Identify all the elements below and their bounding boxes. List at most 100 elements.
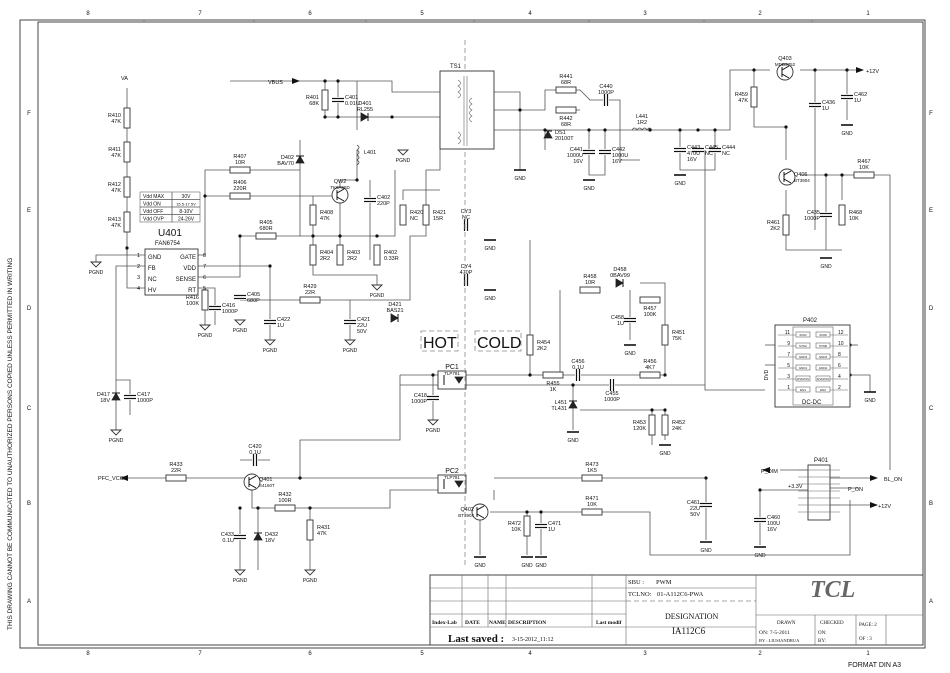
p402-pin-name: 5VSA <box>799 344 807 348</box>
pgnd-label: PGND <box>426 428 441 434</box>
resistor-icon <box>648 414 656 436</box>
resistor-icon <box>523 515 531 537</box>
pgnd-label: PGND <box>343 348 358 354</box>
component-value: 1U <box>822 106 829 112</box>
component-value: TLP781 <box>444 475 460 480</box>
junction-dot <box>355 178 359 182</box>
junction-dot <box>713 128 717 132</box>
resistor-icon <box>581 508 603 516</box>
component-value: TL431 <box>551 406 567 412</box>
component-c435 <box>820 212 832 218</box>
component-value: NC <box>705 151 713 157</box>
page-count: OF : 3 <box>859 637 872 642</box>
component-value: 68K <box>309 101 319 107</box>
junction-dot <box>528 373 532 377</box>
junction-dot <box>840 173 844 177</box>
drawn-on: ON: 7-5-2011 <box>759 630 790 636</box>
component-value: BAS21 <box>386 308 403 314</box>
component-r467 <box>853 171 875 179</box>
component-r473 <box>581 474 603 482</box>
resistor-icon <box>838 204 846 226</box>
resistor-icon <box>373 244 381 266</box>
pgnd-label: PGND <box>370 293 385 299</box>
junction-dot <box>323 115 327 119</box>
title-block-header: NAME <box>489 620 506 626</box>
component-value: 10R <box>235 160 245 166</box>
tclno-label: TCLNO: <box>628 591 652 598</box>
component-value: 680P <box>247 298 260 304</box>
vdd-table: Vdd MAX 30V Vdd ON 15.5-17.5V Vdd OFF 8-10V Vd… <box>139 191 201 223</box>
component-c442 <box>599 149 611 155</box>
component-r429 <box>299 296 321 304</box>
component-c461 <box>700 502 712 508</box>
component-q406 <box>778 168 796 186</box>
component-r413 <box>123 211 131 233</box>
vdd-table-value: 8-10V <box>179 209 193 215</box>
wire <box>198 170 396 278</box>
p402-connector: P402 11 3V3C 3V3D 129 5VSA 5VSB 107 GND3 GND4 85 G… <box>764 318 851 408</box>
resistor-icon <box>579 286 601 294</box>
component-c458 <box>624 317 636 323</box>
junction-dot <box>758 488 762 492</box>
designation-label: DESIGNATION <box>665 612 719 621</box>
p402-pin-name: GND3 <box>799 355 808 359</box>
junction-dot <box>813 68 817 72</box>
component-value: 220R <box>233 186 246 192</box>
ts1-transformer: TS1 <box>439 64 495 150</box>
tcl-logo: TCL <box>810 577 855 603</box>
component-c418 <box>427 395 439 401</box>
junction-dot <box>311 234 315 238</box>
grid-column-label: 6 <box>308 11 312 17</box>
component-value: 15R <box>433 216 443 222</box>
u401-pin-number: 4 <box>137 286 140 292</box>
u401-pin-name: GND <box>148 255 162 261</box>
component-c455 <box>609 379 615 391</box>
component-r461 <box>782 214 790 236</box>
title-block-header: DESCRIPTION <box>508 620 546 626</box>
component-r454 <box>526 334 534 356</box>
component-value: BT3904 <box>458 513 474 518</box>
u401-pin-name: GATE <box>180 255 196 261</box>
component-r441 <box>555 86 577 94</box>
resistor-icon <box>336 244 344 266</box>
hot-label: HOT <box>423 335 457 352</box>
net-arrow-icon <box>292 78 300 84</box>
pgnd-label: PGND <box>233 328 248 334</box>
resistor-icon <box>399 204 407 226</box>
component-value: 1000P <box>598 90 614 96</box>
p402-pin-name: 3V3C <box>799 333 807 337</box>
diode-icon <box>111 392 121 401</box>
component-value: 50V <box>357 329 367 335</box>
component-r459 <box>750 86 758 108</box>
pgnd-label: PGND <box>303 578 318 584</box>
component-c401 <box>332 97 344 103</box>
last-saved-value: 3-15-2012_11:12 <box>512 637 553 643</box>
junction-dot <box>375 234 379 238</box>
component-value: 10R <box>585 280 595 286</box>
p401-connector: P401 <box>798 458 840 521</box>
grid-column-label: 5 <box>420 11 424 17</box>
net-label-va: VA <box>121 76 128 82</box>
grid-row-label: F <box>27 111 31 117</box>
junction-dot <box>431 373 435 377</box>
p402-pin-name: DVD/ON <box>817 377 829 381</box>
grid-column-label: 1 <box>866 651 870 657</box>
gnd-label: GND <box>674 181 686 187</box>
component-value: 680R <box>259 226 272 232</box>
sbu-value: PWM <box>656 579 672 586</box>
u401-pin-number: 2 <box>137 264 140 270</box>
junction-dot <box>650 408 654 412</box>
pgnd-icon <box>396 149 410 156</box>
component-c417 <box>124 394 136 400</box>
resistor-icon <box>123 107 131 129</box>
component-r407 <box>229 166 251 174</box>
component-value: NC <box>410 216 418 222</box>
pgnd-icon <box>89 261 103 268</box>
transistor-icon <box>471 503 489 521</box>
component-value: 0BAV99 <box>610 273 630 279</box>
p402-pin-name: GND4 <box>819 355 828 359</box>
gnd-label: GND <box>484 246 496 252</box>
wire <box>400 282 666 376</box>
vdd-table-param: Vdd ON <box>143 202 161 208</box>
u401-pin-number: 7 <box>203 264 206 270</box>
